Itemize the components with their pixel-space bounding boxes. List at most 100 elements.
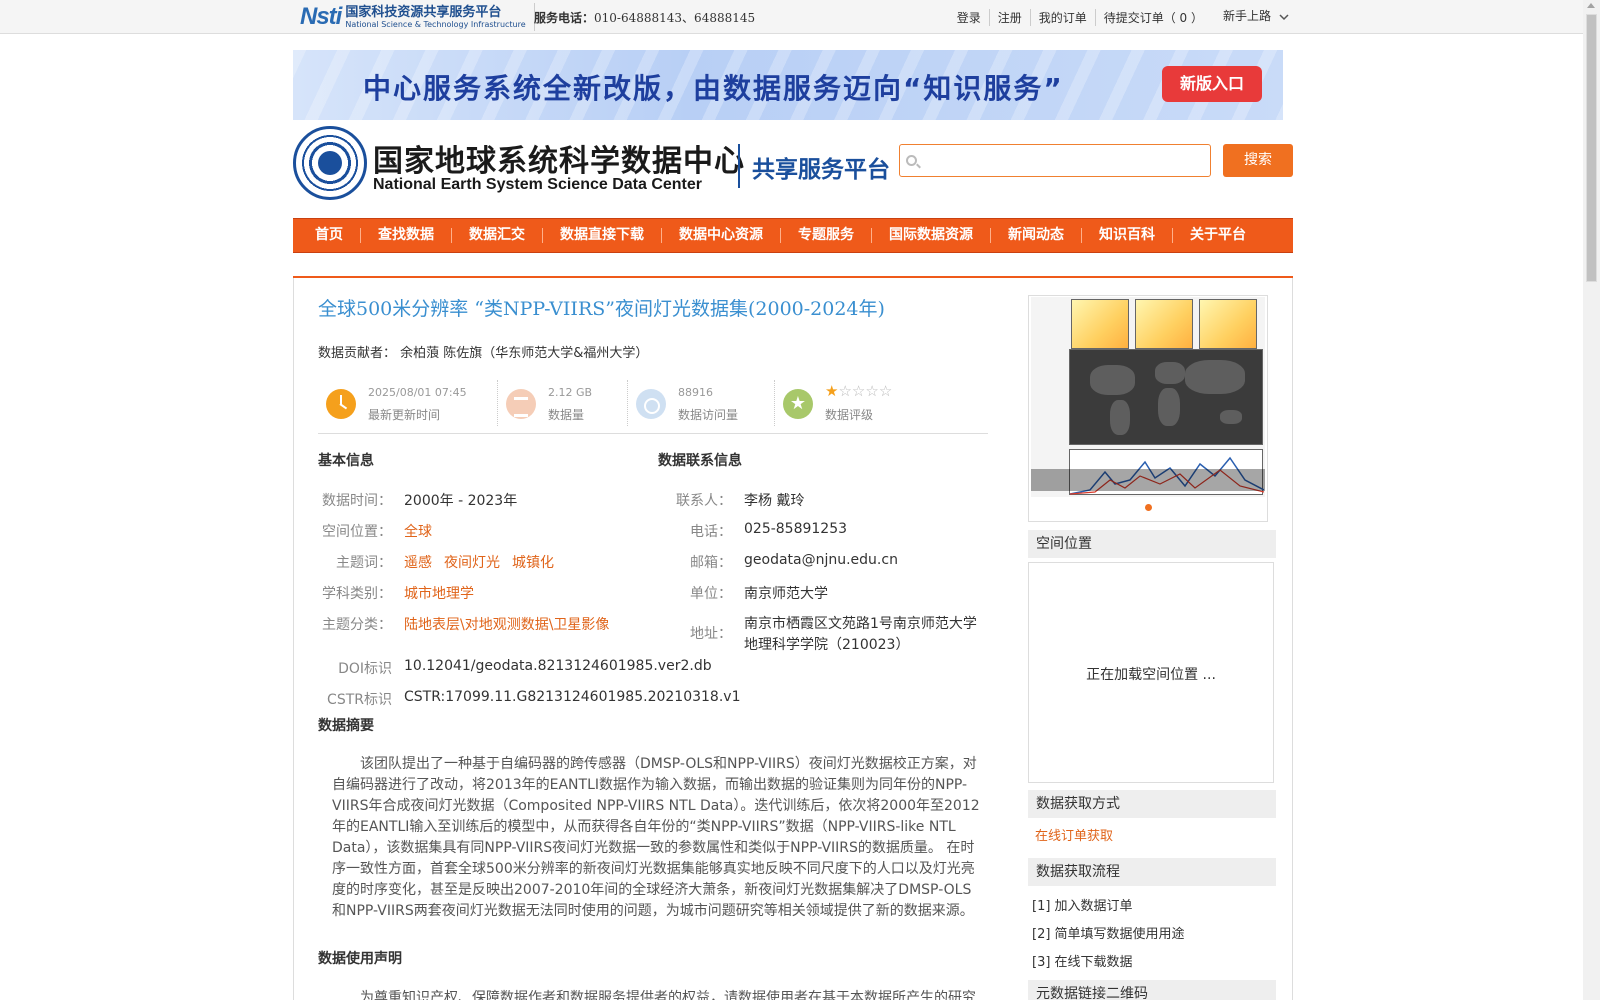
carousel-indicator-dot[interactable]	[1145, 504, 1152, 511]
stat-visits: 88916 数据访问量	[628, 380, 775, 426]
info-cstr: CSTR标识 CSTR:17099.11.G8213124601985.2021…	[327, 689, 741, 708]
visits-icon	[636, 389, 666, 419]
sidebar-process-title: 数据获取流程	[1028, 858, 1276, 886]
contact-unit: 单位： 南京师范大学	[690, 586, 828, 602]
rating-badge-icon: ★	[783, 389, 813, 419]
info-keywords: 主题词： 遥感 夜间灯光 城镇化	[336, 555, 554, 571]
nsti-logo[interactable]: Nsti 国家科技资源共享服务平台 National Science & Tec…	[300, 3, 535, 31]
usage-statement-title: 数据使用声明	[318, 951, 402, 967]
my-orders-link[interactable]: 我的订单	[1031, 9, 1096, 26]
nav-data-submission[interactable]: 数据汇交	[452, 228, 543, 243]
database-icon	[506, 389, 536, 419]
clock-icon	[326, 389, 356, 419]
search-icon	[906, 155, 917, 166]
search-button[interactable]: 搜索	[1223, 144, 1293, 177]
scroll-up-arrow-icon[interactable]	[1587, 3, 1595, 8]
nav-direct-download[interactable]: 数据直接下载	[543, 228, 662, 243]
newbie-guide-menu[interactable]: 新手上路	[1223, 7, 1289, 24]
nav-special-services[interactable]: 专题服务	[781, 228, 872, 243]
discipline-link[interactable]: 城市地理学	[404, 586, 474, 602]
nav-about[interactable]: 关于平台	[1173, 228, 1263, 243]
dataset-contributor: 数据贡献者： 余柏蒗 陈佐旗（华东师范大学&福州大学）	[318, 342, 648, 361]
dataset-stats: 2025/08/01 07:45 最新更新时间 2.12 GB 数据量 8891…	[318, 380, 988, 434]
star-empty-icon[interactable]: ☆	[865, 382, 878, 400]
star-empty-icon[interactable]: ☆	[879, 382, 892, 400]
dataset-thumbnail-image	[1031, 297, 1265, 497]
contributor-value: 余柏蒗 陈佐旗（华东师范大学&福州大学）	[400, 346, 649, 361]
search-box	[899, 144, 1211, 177]
doi-value: 10.12041/geodata.8213124601985.ver2.db	[404, 658, 712, 674]
nav-encyclopedia[interactable]: 知识百科	[1082, 228, 1173, 243]
site-name-cn: 国家地球系统科学数据中心	[373, 144, 745, 179]
platform-name: 共享服务平台	[752, 157, 890, 183]
service-phone-value: 010-64888143、64888145	[594, 11, 756, 25]
nsti-logo-mark: Nsti	[300, 3, 342, 30]
new-version-button[interactable]: 新版入口	[1162, 66, 1262, 102]
process-step: [3] 在线下载数据	[1032, 955, 1133, 970]
promo-banner-text: 中心服务系统全新改版，由数据服务迈向“知识服务”	[363, 72, 1064, 105]
keyword-link[interactable]: 遥感	[404, 555, 432, 571]
top-bar: Nsti 国家科技资源共享服务平台 National Science & Tec…	[0, 0, 1583, 34]
topic-category-link[interactable]: 陆地表层\对地观测数据\卫星影像	[404, 617, 609, 633]
abstract-title: 数据摘要	[318, 718, 374, 734]
stat-rating: ★ ★☆☆☆☆ 数据评级	[775, 380, 975, 426]
data-center-emblem-icon	[293, 126, 367, 200]
site-name-en: National Earth System Science Data Cente…	[373, 176, 703, 193]
nav-home[interactable]: 首页	[309, 228, 361, 243]
site-logo[interactable]: 国家地球系统科学数据中心 National Earth System Scien…	[293, 126, 890, 202]
search-input[interactable]	[924, 148, 1204, 173]
basic-info-title: 基本信息	[318, 453, 374, 469]
contact-phone: 电话： 025-85891253	[690, 521, 848, 540]
contact-info-title: 数据联系信息	[658, 453, 742, 469]
promo-banner[interactable]: 中心服务系统全新改版，由数据服务迈向“知识服务” 新版入口	[293, 50, 1283, 120]
stat-data-size: 2.12 GB 数据量	[498, 380, 628, 426]
process-step: [2] 简单填写数据使用用途	[1032, 927, 1185, 942]
map-loading-text: 正在加载空间位置 ...	[1086, 667, 1216, 683]
star-filled-icon[interactable]: ★	[825, 382, 838, 400]
keyword-link[interactable]: 城镇化	[512, 555, 554, 571]
info-topic-category: 主题分类： 陆地表层\对地观测数据\卫星影像	[322, 617, 610, 633]
abstract-text: 该团队提出了一种基于自编码器的跨传感器（DMSP-OLS和NPP-VIIRS）夜…	[332, 756, 980, 919]
nsti-logo-cn: 国家科技资源共享服务平台	[345, 4, 502, 20]
contact-email: 邮箱： geodata@njnu.edu.cn	[690, 552, 898, 571]
main-nav: 首页 查找数据 数据汇交 数据直接下载 数据中心资源 专题服务 国际数据资源 新…	[293, 218, 1293, 253]
keyword-link[interactable]: 夜间灯光	[444, 555, 500, 571]
sidebar-access-title: 数据获取方式	[1028, 790, 1276, 818]
nav-find-data[interactable]: 查找数据	[361, 228, 452, 243]
spatial-location-map[interactable]: 正在加载空间位置 ...	[1028, 562, 1274, 783]
service-phone: 服务电话：010-64888143、64888145	[534, 9, 755, 26]
online-order-link[interactable]: 在线订单获取	[1035, 825, 1113, 844]
newbie-guide-label: 新手上路	[1223, 9, 1272, 23]
info-doi: DOI标识 10.12041/geodata.8213124601985.ver…	[338, 658, 712, 677]
info-data-time: 数据时间： 2000年 - 2023年	[322, 493, 518, 509]
contributor-label: 数据贡献者：	[318, 346, 397, 361]
contact-address: 地址： 南京市栖霞区文苑路1号南京师范大学 地理科学学院（210023）	[690, 616, 977, 653]
star-empty-icon[interactable]: ☆	[852, 382, 865, 400]
cstr-value: CSTR:17099.11.G8213124601985.20210318.v1	[404, 689, 741, 705]
info-spatial-location: 空间位置： 全球	[322, 524, 432, 540]
account-links: 登录 注册 我的订单 待提交订单（ 0 ）	[949, 9, 1211, 26]
nsti-logo-en: National Science & Technology Infrastruc…	[345, 19, 526, 29]
star-empty-icon[interactable]: ☆	[838, 382, 851, 400]
chevron-down-icon	[1279, 13, 1289, 20]
sidebar-spatial-title: 空间位置	[1028, 530, 1276, 558]
nav-center-resources[interactable]: 数据中心资源	[662, 228, 781, 243]
spatial-location-link[interactable]: 全球	[404, 524, 432, 540]
sidebar-qr-title: 元数据链接二维码	[1028, 980, 1276, 1000]
dataset-thumbnail-carousel[interactable]	[1028, 295, 1268, 522]
login-link[interactable]: 登录	[949, 9, 990, 26]
usage-statement-text: 为尊重知识产权、保障数据作者和数据服务提供者的权益，请数据使用者在基于本数据所产…	[360, 990, 976, 1000]
nav-international-resources[interactable]: 国际数据资源	[872, 228, 991, 243]
service-phone-label: 服务电话：	[534, 11, 595, 25]
nav-news[interactable]: 新闻动态	[991, 228, 1082, 243]
pending-orders-link[interactable]: 待提交订单（ 0 ）	[1096, 9, 1211, 26]
process-step: [1] 加入数据订单	[1032, 899, 1133, 914]
scrollbar-thumb[interactable]	[1586, 14, 1597, 282]
dataset-title: 全球500米分辨率 “类NPP-VIIRS”夜间灯光数据集(2000-2024年…	[318, 298, 885, 320]
stat-update-time: 2025/08/01 07:45 最新更新时间	[318, 380, 498, 426]
page-scrollbar[interactable]	[1583, 0, 1600, 1000]
register-link[interactable]: 注册	[990, 9, 1031, 26]
info-discipline: 学科类别： 城市地理学	[322, 586, 474, 602]
contact-person: 联系人： 李杨 戴玲	[676, 493, 805, 509]
rating-stars[interactable]: ★☆☆☆☆	[825, 382, 892, 400]
